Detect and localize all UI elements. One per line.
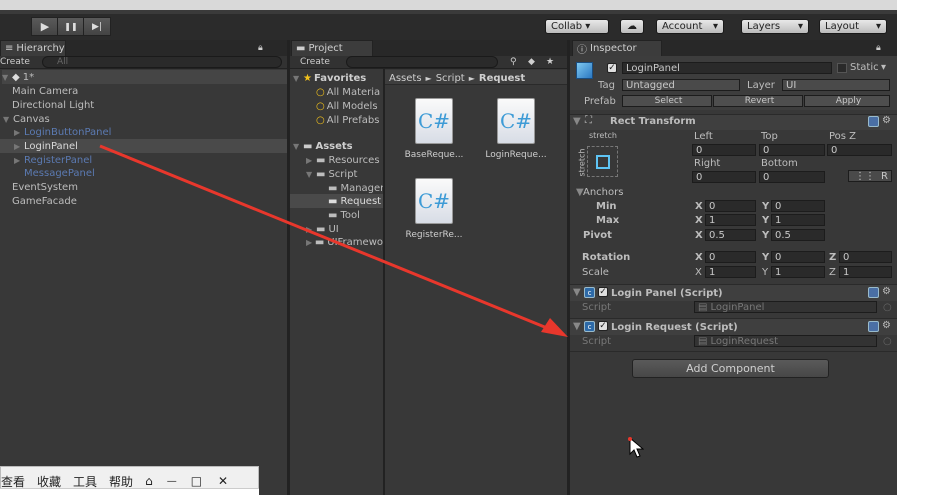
- annotation-arrow: [99, 144, 568, 337]
- arrow-head: [541, 318, 568, 337]
- arrow-shaft: [99, 144, 553, 332]
- unity-editor-window: ▶ ❚❚ ▶| Collab ▾ ☁ Account ▾ Layers ▾ Layo…: [0, 0, 926, 495]
- cursor-dot: [628, 437, 632, 441]
